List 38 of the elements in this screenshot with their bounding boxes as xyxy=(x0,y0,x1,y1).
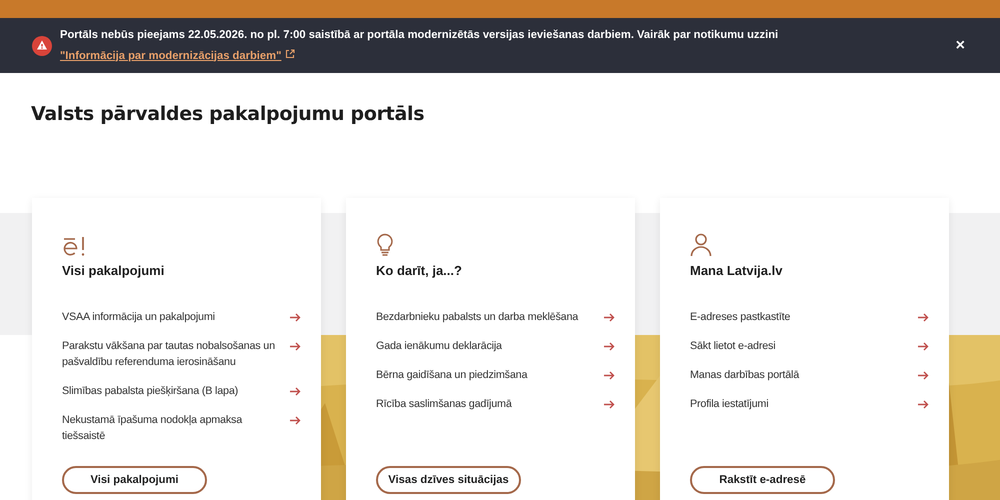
user-icon xyxy=(690,233,712,257)
card-button[interactable]: Rakstīt e-adresē xyxy=(690,466,835,494)
close-button[interactable]: × xyxy=(952,36,969,54)
arrow-icon xyxy=(604,342,615,351)
card-title: Mana Latvija.lv xyxy=(690,263,784,278)
card-link[interactable]: Nekustamā īpašuma nodokļa apmaksa tiešsaistē xyxy=(62,412,301,444)
card-link[interactable]: Bezdarbnieku pabalsts un darba meklēšana xyxy=(376,309,615,325)
card-link[interactable]: E-adreses pastkastīte xyxy=(690,309,929,325)
card-link[interactable]: Parakstu vākšana par tautas nobalsošanas un pašvaldību referenduma ierosināšanu xyxy=(62,338,301,370)
external-link-icon xyxy=(285,48,296,58)
page-title: Valsts pārvaldes pakalpojumu portāls xyxy=(30,102,426,127)
card-button[interactable]: Visi pakalpojumi xyxy=(62,466,207,494)
arrow-icon xyxy=(604,371,615,380)
card-link[interactable]: Slimības pabalsta piešķiršana (B lapa) xyxy=(62,383,301,399)
warning-icon xyxy=(32,36,52,56)
arrow-icon xyxy=(918,371,929,380)
card-title: Visi pakalpojumi xyxy=(62,263,166,278)
lightbulb-icon xyxy=(376,233,394,257)
arrow-icon xyxy=(290,387,301,396)
card-title: Ko darīt, ja...? xyxy=(376,263,463,278)
arrow-icon xyxy=(918,342,929,351)
card-link[interactable]: Manas darbības portālā xyxy=(690,367,929,383)
arrow-icon xyxy=(290,313,301,322)
card-link[interactable]: VSAA informācija un pakalpojumi xyxy=(62,309,301,325)
card-link[interactable]: Sākt lietot e-adresi xyxy=(690,338,929,354)
arrow-icon xyxy=(918,400,929,409)
card-button[interactable]: Visas dzīves situācijas xyxy=(376,466,521,494)
card-link[interactable]: Profila iestatījumi xyxy=(690,396,929,412)
info-link[interactable]: "Informācija par modernizācijas darbiem" xyxy=(60,50,282,62)
arrow-icon xyxy=(604,313,615,322)
card-link[interactable]: Bērna gaidīšana un piedzimšana xyxy=(376,367,615,383)
arrow-icon xyxy=(290,342,301,351)
arrow-icon xyxy=(604,400,615,409)
arrow-icon xyxy=(290,416,301,425)
arrow-icon xyxy=(918,313,929,322)
alert-message: Portāls nebūs pieejams 22.05.2026. no pl. 7:00 saistībā ar portāla modernizētās versijas ieviešanas darbiem. Vairāk par notikumu uzzini "Informācija par modernizācijas darbiem" xyxy=(60,28,780,64)
card-link[interactable]: Rīcība saslimšanas gadījumā xyxy=(376,396,615,412)
card-link[interactable]: Gada ienākumu deklarācija xyxy=(376,338,615,354)
